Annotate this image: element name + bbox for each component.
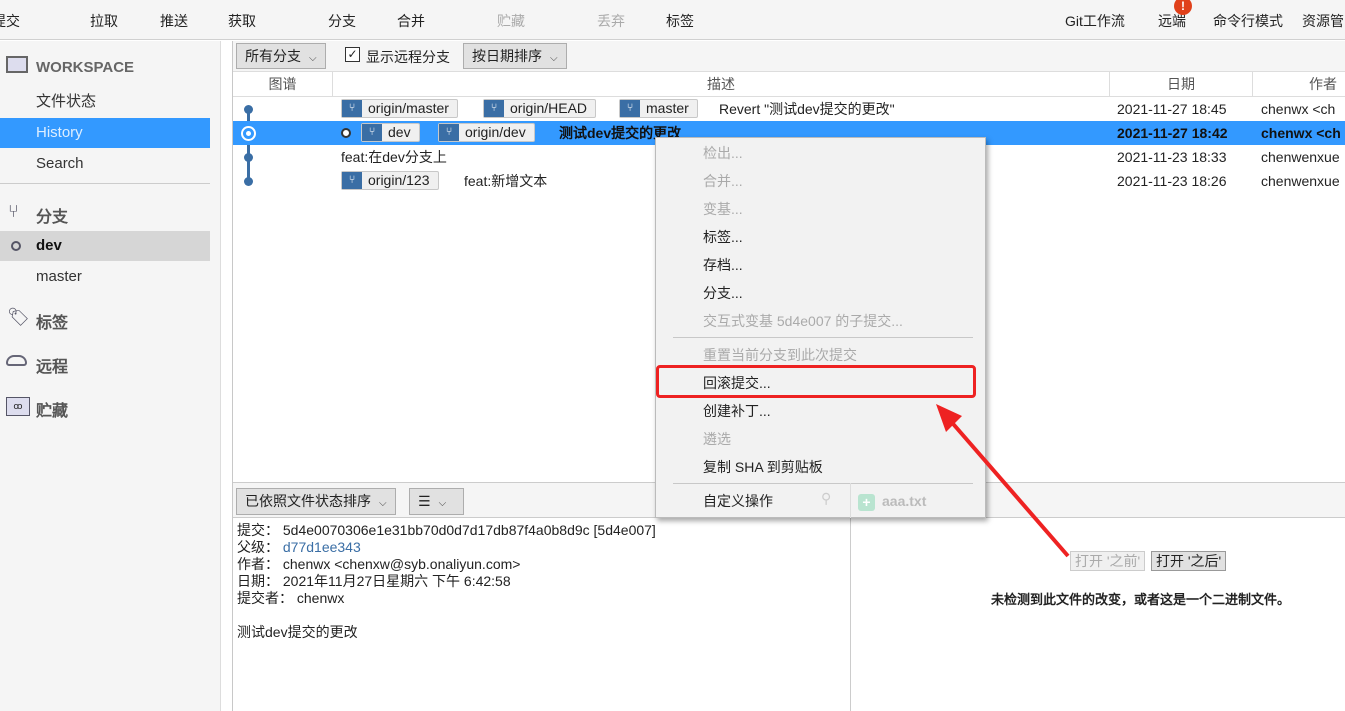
- annotation-arrow: [936, 404, 1070, 558]
- arrow-shaft: [946, 416, 1070, 558]
